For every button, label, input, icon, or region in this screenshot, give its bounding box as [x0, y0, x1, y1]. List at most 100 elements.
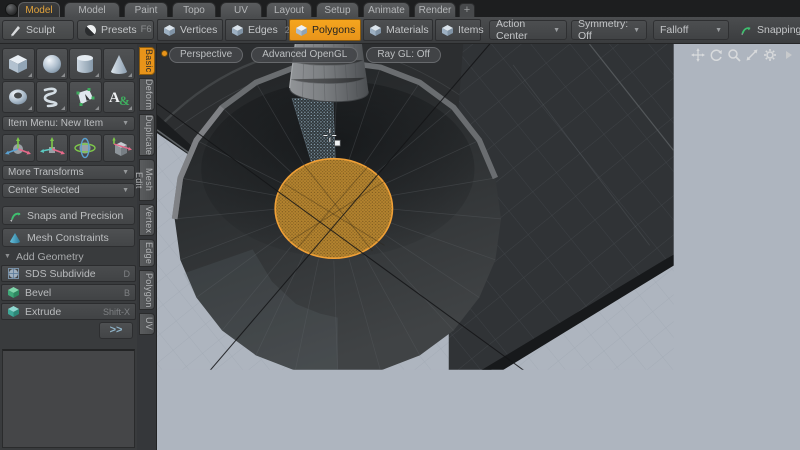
svg-text:&: &: [119, 93, 130, 108]
tab-paint[interactable]: Paint: [124, 2, 168, 17]
transform-all-tool-button[interactable]: [2, 134, 35, 162]
tab-layout[interactable]: Layout: [266, 2, 312, 17]
vtab-polygon[interactable]: Polygon: [139, 270, 155, 310]
mode-vertices-button[interactable]: Vertices1: [157, 19, 223, 41]
chevron-down-icon: ▼: [122, 187, 129, 194]
falloff-dropdown[interactable]: Falloff▼: [653, 20, 729, 40]
selected-polygons[interactable]: [275, 159, 392, 258]
tab-model-quad[interactable]: Model Quad: [64, 2, 120, 17]
mesh-constraints-button[interactable]: Mesh Constraints: [2, 228, 135, 247]
action-center-dropdown[interactable]: Action Center▼: [489, 20, 567, 40]
snapping-button[interactable]: Snapping: [733, 20, 798, 40]
shading-mode-selector[interactable]: Advanced OpenGL: [251, 47, 358, 63]
mode-edges-button[interactable]: Edges2: [225, 19, 287, 41]
add-tab-button[interactable]: +: [459, 3, 475, 18]
snapping-icon: [739, 24, 752, 37]
materials-cube-icon: [369, 24, 382, 37]
add-geometry-section[interactable]: ▼ Add Geometry: [0, 250, 137, 263]
torus-tool-button[interactable]: [2, 81, 35, 113]
rotate-tool-button[interactable]: [69, 134, 102, 162]
system-menu-icon[interactable]: [5, 3, 18, 16]
vtab-deform[interactable]: Deform: [139, 78, 155, 111]
cylinder-icon: [72, 52, 98, 76]
primitive-tool-grid: A&: [2, 48, 135, 113]
chevron-down-icon: ▼: [122, 169, 129, 176]
orbit-icon[interactable]: [709, 48, 723, 62]
empty-panel: [2, 349, 135, 448]
sculpt-button[interactable]: Sculpt: [2, 20, 74, 40]
maximize-icon[interactable]: [745, 48, 759, 62]
mesh-constraints-icon: [8, 231, 22, 245]
sphere-icon: [39, 52, 65, 76]
symmetry-dropdown[interactable]: Symmetry: Off▼: [571, 20, 647, 40]
pen-polygon-tool-button[interactable]: [69, 81, 102, 113]
chevron-down-icon: ▼: [633, 27, 640, 34]
mode-polygons-button[interactable]: Polygons: [289, 19, 361, 41]
item-menu-dropdown[interactable]: Item Menu: New Item▼: [2, 116, 135, 131]
bevel-icon: [7, 286, 20, 299]
scale-tool-button[interactable]: [103, 134, 136, 162]
transform-tool-grid: [2, 134, 135, 162]
main-toolbar: Sculpt Presets F6 Vertices1 Edges2 Polyg…: [0, 17, 800, 44]
cone-icon: [106, 52, 132, 76]
tab-render[interactable]: Render: [414, 2, 456, 17]
items-cube-icon: [441, 24, 454, 37]
zoom-icon[interactable]: [727, 48, 741, 62]
move-icon: [38, 136, 66, 160]
move-tool-button[interactable]: [36, 134, 69, 162]
extrude-icon: [7, 305, 20, 318]
helix-tool-button[interactable]: [36, 81, 69, 113]
cone-tool-button[interactable]: [103, 48, 136, 80]
tab-setup[interactable]: Setup: [316, 2, 359, 17]
expand-toolbox-button[interactable]: >>: [99, 322, 133, 339]
presets-button[interactable]: Presets F6: [77, 20, 154, 40]
center-selected-dropdown[interactable]: Center Selected▼: [2, 183, 135, 198]
more-transforms-dropdown[interactable]: More Transforms▼: [2, 165, 135, 180]
pan-icon[interactable]: [691, 48, 705, 62]
viewport-3d-scene[interactable]: [157, 44, 800, 450]
text-icon: A&: [106, 85, 132, 109]
mode-materials-button[interactable]: Materials: [363, 19, 433, 41]
vtab-edge[interactable]: Edge: [139, 239, 155, 267]
text-tool-button[interactable]: A&: [103, 81, 136, 113]
cube-tool-button[interactable]: [2, 48, 35, 80]
sds-subdivide-tool[interactable]: SDS SubdivideD: [1, 265, 136, 282]
edges-cube-icon: [231, 24, 244, 37]
tab-uv[interactable]: UV: [220, 2, 262, 17]
sphere-tool-button[interactable]: [36, 48, 69, 80]
extrude-tool[interactable]: ExtrudeShift-X: [1, 303, 136, 320]
3d-viewport[interactable]: Perspective Advanced OpenGL Ray GL: Off: [157, 44, 800, 450]
toolbox-tab-strip: Basic Deform Duplicate Mesh Edit Vertex …: [137, 44, 157, 450]
raygl-toggle[interactable]: Ray GL: Off: [366, 47, 441, 63]
polygons-cube-icon: [295, 24, 308, 37]
settings-icon[interactable]: [763, 48, 777, 62]
layout-tab-bar: Model Model Quad Paint Topo UV Layout Se…: [0, 0, 800, 18]
chevron-down-icon: ▼: [122, 120, 129, 127]
vtab-vertex[interactable]: Vertex: [139, 204, 155, 236]
tab-animate[interactable]: Animate: [363, 2, 410, 17]
torus-icon: [5, 85, 31, 109]
cylinder-tool-button[interactable]: [69, 48, 102, 80]
vtab-basic[interactable]: Basic: [139, 47, 155, 75]
chevron-down-icon: ▼: [715, 27, 722, 34]
preset-sphere-icon: [84, 24, 97, 37]
rotate-icon: [71, 136, 99, 160]
perspective-selector[interactable]: Perspective: [169, 47, 243, 63]
vtab-duplicate[interactable]: Duplicate: [139, 114, 155, 156]
mode-items-button[interactable]: Items5: [435, 19, 481, 41]
pen-polygon-icon: [72, 85, 98, 109]
vtab-mesh-edit[interactable]: Mesh Edit: [139, 159, 155, 201]
viewport-state-dot[interactable]: [161, 50, 168, 57]
modo-window: Model Model Quad Paint Topo UV Layout Se…: [0, 0, 800, 450]
brush-icon: [9, 24, 22, 37]
tab-topo[interactable]: Topo: [172, 2, 216, 17]
viewport-nav-icons: [691, 48, 795, 62]
cube-icon: [5, 52, 31, 76]
sds-subdivide-icon: [7, 267, 20, 280]
tab-model[interactable]: Model: [18, 2, 60, 17]
snaps-precision-button[interactable]: Snaps and Precision: [2, 206, 135, 225]
section-collapse-icon: ▼: [4, 253, 11, 260]
vtab-uv[interactable]: UV: [139, 313, 155, 335]
more-icon[interactable]: [781, 48, 795, 62]
bevel-tool[interactable]: BevelB: [1, 284, 136, 301]
